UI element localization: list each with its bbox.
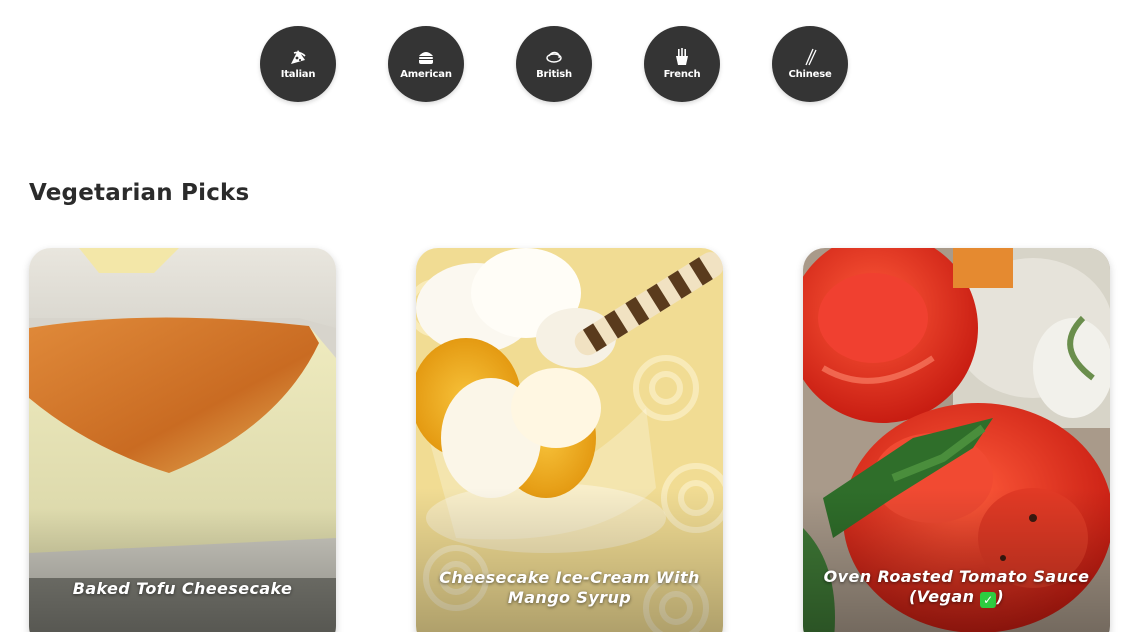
recipe-card-oven-roasted-tomato-sauce[interactable]: Oven Roasted Tomato Sauce (Vegan ✓) (803, 248, 1110, 632)
recipe-card-title: Cheesecake Ice-Cream With Mango Syrup (439, 568, 700, 607)
recipe-card-title: Baked Tofu Cheesecake (72, 579, 293, 598)
recipe-card-cheesecake-ice-cream[interactable]: Cheesecake Ice-Cream With Mango Syrup (416, 248, 723, 632)
cuisine-label: Italian (280, 68, 316, 80)
title-tail: ) (996, 587, 1005, 606)
cuisine-label: Chinese (788, 68, 832, 80)
vegan-check-icon: ✓ (980, 592, 997, 608)
recipe-card-baked-tofu-cheesecake[interactable]: Baked Tofu Cheesecake (29, 248, 336, 632)
page: Italian American British French Chinese … (0, 0, 1139, 632)
cuisine-nav: Italian American British French Chinese (260, 26, 848, 102)
burger-icon (419, 51, 433, 64)
fries-icon (676, 47, 688, 65)
cuisine-italian-button[interactable]: Italian (260, 26, 336, 102)
pizza-icon (291, 49, 306, 64)
cuisine-american-button[interactable]: American (388, 26, 464, 102)
cuisine-british-button[interactable]: British (516, 26, 592, 102)
pie-icon (546, 51, 562, 63)
recipe-card-title: Oven Roasted Tomato Sauce (Vegan ✓) (813, 567, 1100, 608)
section-title: Vegetarian Picks (29, 180, 250, 206)
cuisine-label: British (536, 68, 572, 80)
cheesecake-photo (29, 248, 336, 632)
cuisine-label: American (400, 68, 452, 80)
chopsticks-icon (805, 48, 817, 65)
cuisine-chinese-button[interactable]: Chinese (772, 26, 848, 102)
cuisine-label: French (663, 68, 701, 80)
title-text: Oven Roasted Tomato Sauce (Vegan (823, 567, 1090, 606)
cuisine-french-button[interactable]: French (644, 26, 720, 102)
